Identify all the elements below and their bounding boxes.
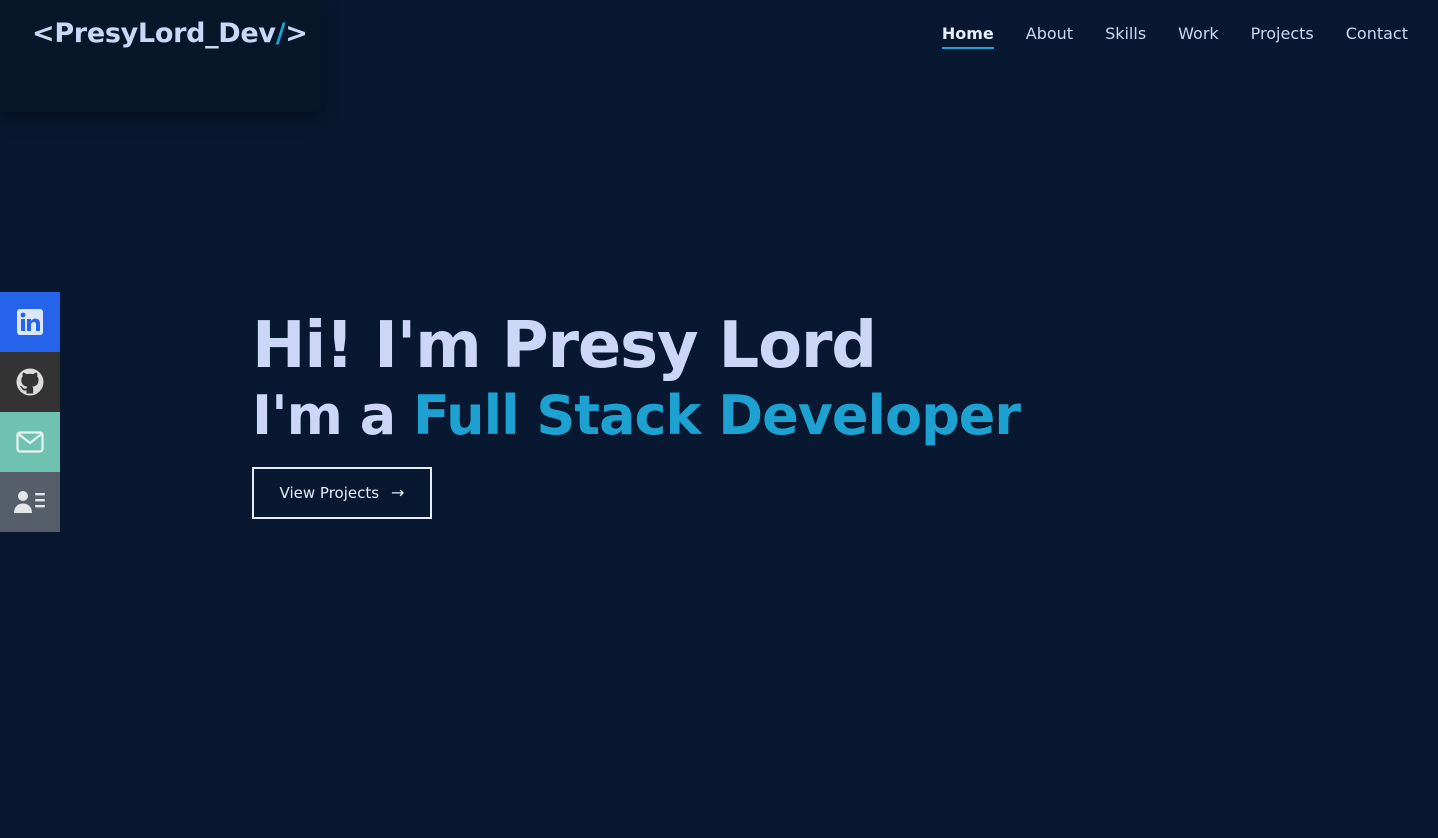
arrow-right-icon: → [391,483,405,502]
nav-link-about[interactable]: About [1026,24,1073,47]
linkedin-link[interactable] [0,292,60,352]
logo-slash: / [275,18,286,49]
github-icon [15,367,45,397]
nav-link-skills[interactable]: Skills [1105,24,1146,47]
nav-link-work[interactable]: Work [1178,24,1219,47]
hero-section: Hi! I'm Presy Lord I'm a Full Stack Deve… [252,306,1021,447]
logo-suffix: > [285,18,308,49]
hero-role-accent: Full Stack Developer [412,384,1021,447]
logo-prefix: <PresyLord_Dev [32,18,276,49]
mail-icon [16,431,44,453]
view-projects-button[interactable]: View Projects → [252,467,432,519]
hero-greeting: Hi! I'm Presy Lord [252,309,877,383]
site-logo[interactable]: <PresyLord_Dev/> [32,18,308,49]
resume-icon [14,489,46,515]
social-sidebar [0,292,60,532]
nav-link-projects[interactable]: Projects [1251,24,1314,47]
nav-link-contact[interactable]: Contact [1346,24,1408,47]
page-background: <PresyLord_Dev/> Home About Skills Work … [0,0,1438,838]
email-link[interactable] [0,412,60,472]
main-navigation: Home About Skills Work Projects Contact [910,24,1408,49]
github-link[interactable] [0,352,60,412]
logo-container: <PresyLord_Dev/> [0,0,322,112]
hero-role-prefix: I'm a [252,384,413,447]
view-projects-label: View Projects [279,484,380,502]
hero-role: I'm a Full Stack Developer [252,384,1021,447]
resume-link[interactable] [0,472,60,532]
nav-link-home[interactable]: Home [941,24,994,49]
linkedin-icon [16,308,44,336]
